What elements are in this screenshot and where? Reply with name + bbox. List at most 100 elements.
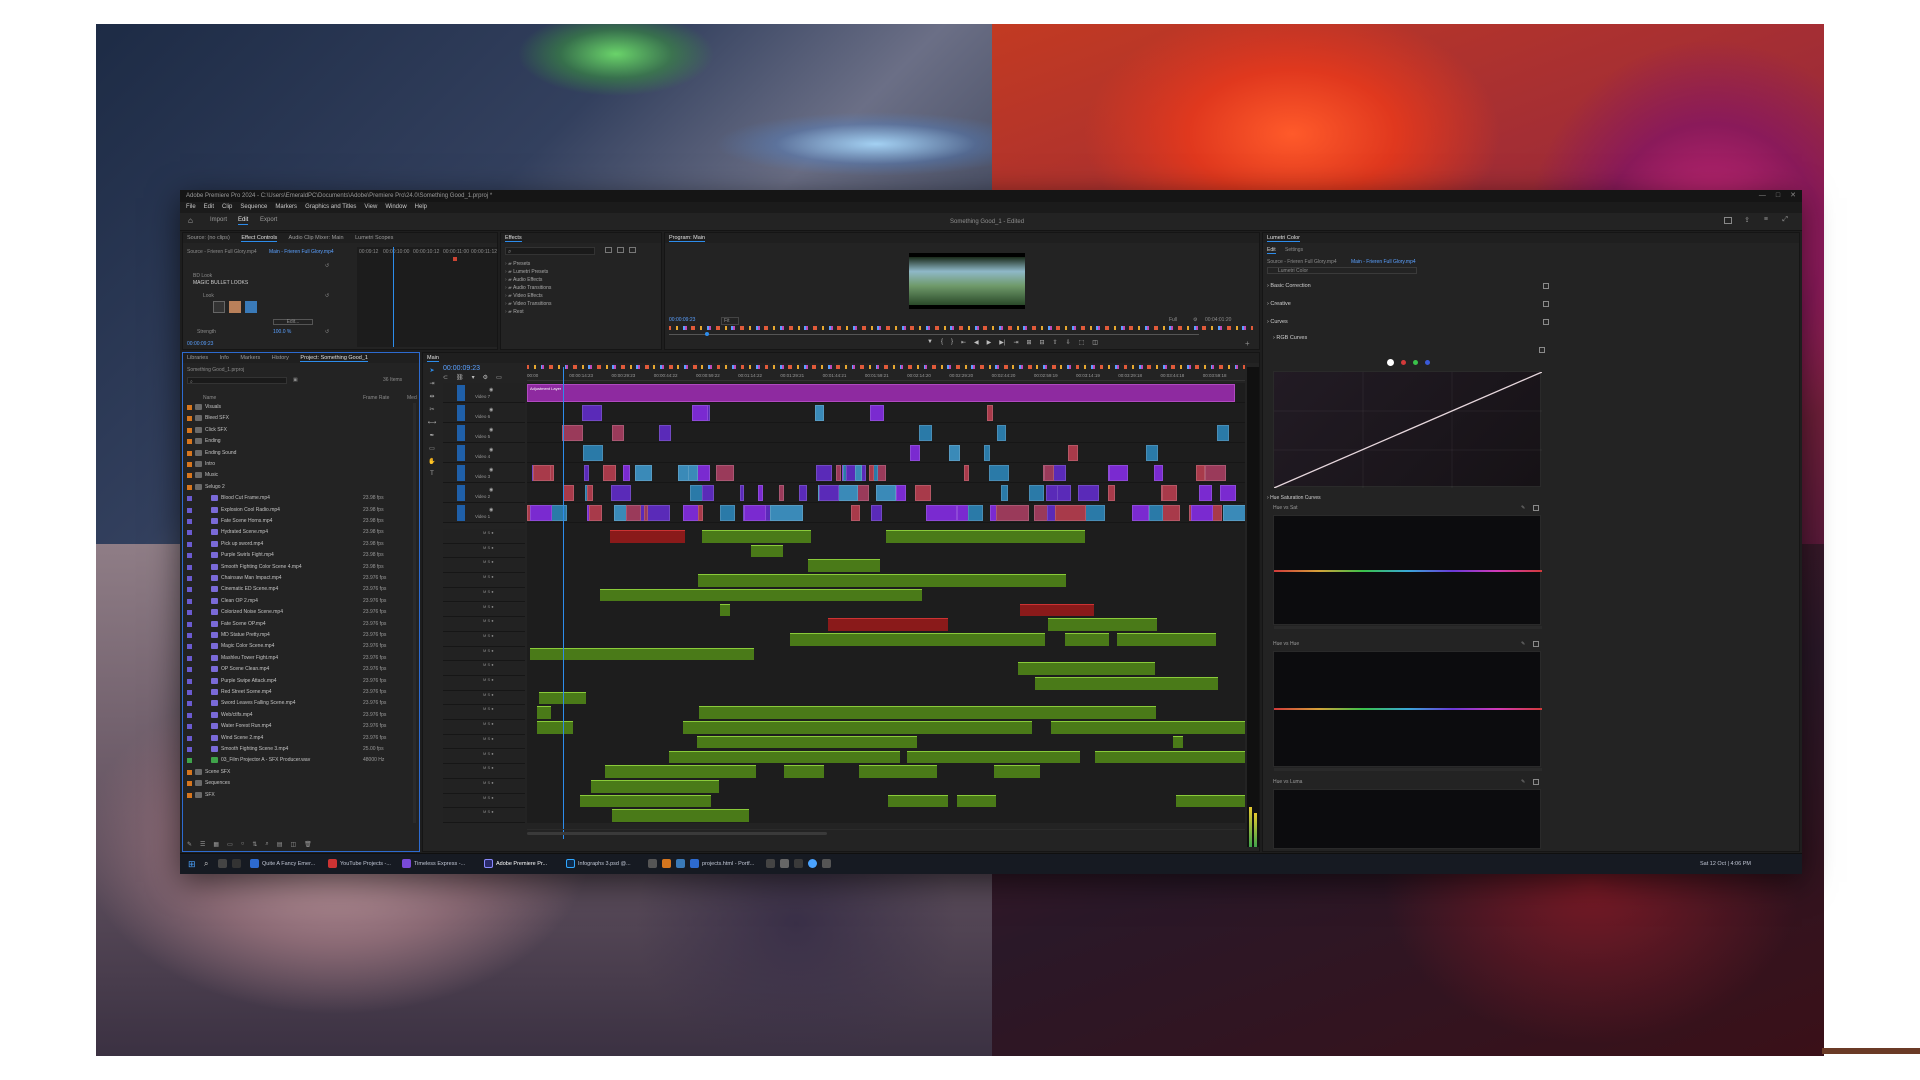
- sequence-marker[interactable]: [590, 365, 593, 369]
- video-track-row[interactable]: [527, 443, 1245, 463]
- menu-edit[interactable]: Edit: [204, 202, 214, 213]
- sequence-marker[interactable]: [1171, 326, 1174, 330]
- sequence-marker[interactable]: [1034, 326, 1036, 330]
- new-item-icon[interactable]: ◫: [290, 841, 296, 851]
- workspaces-icon[interactable]: [1724, 217, 1732, 224]
- sequence-marker[interactable]: [1077, 365, 1080, 369]
- find-icon[interactable]: ⌕: [265, 841, 268, 851]
- video-track-row[interactable]: [527, 403, 1245, 423]
- reset-icon[interactable]: ↺: [325, 263, 329, 269]
- sequence-marker[interactable]: [1113, 326, 1116, 330]
- project-clip[interactable]: Sword Leaves Falling Scene.mp4 23.976 fps: [183, 699, 413, 709]
- sequence-marker[interactable]: [985, 326, 988, 330]
- video-clip[interactable]: [983, 445, 991, 461]
- sequence-marker[interactable]: [927, 326, 930, 330]
- ec-current-time[interactable]: 00:00:09:23: [187, 341, 213, 347]
- mute-solo-icon[interactable]: M S ●: [483, 736, 494, 741]
- scroll-bar[interactable]: [1274, 768, 1542, 771]
- sequence-marker[interactable]: [961, 326, 963, 330]
- col-fps-header[interactable]: Frame Rate: [363, 395, 389, 401]
- label-color-swatch[interactable]: [187, 553, 192, 559]
- video-clip[interactable]: [1078, 485, 1099, 501]
- project-clip[interactable]: Red Street Scene.mp4 23.976 fps: [183, 688, 413, 698]
- sequence-marker[interactable]: [919, 326, 922, 330]
- sequence-marker[interactable]: [533, 365, 536, 369]
- video-clip[interactable]: [1131, 505, 1149, 521]
- label-color-swatch[interactable]: [187, 747, 192, 752]
- hue-vs-luma-graph[interactable]: [1273, 789, 1541, 849]
- widgets-icon[interactable]: [232, 859, 241, 868]
- mute-solo-icon[interactable]: M S ●: [483, 545, 494, 550]
- timeline-playhead[interactable]: [563, 367, 564, 839]
- audio-track-header[interactable]: M S ●: [443, 587, 525, 603]
- video-clip[interactable]: [855, 465, 862, 481]
- video-clip[interactable]: [586, 485, 594, 501]
- label-color-swatch[interactable]: [187, 621, 192, 627]
- audio-clip[interactable]: [1116, 632, 1210, 646]
- sequence-marker[interactable]: [1179, 365, 1182, 369]
- audio-track-header[interactable]: M S ●: [443, 808, 525, 823]
- search-icon[interactable]: ⌕: [204, 859, 208, 869]
- rgb-curve-graph[interactable]: [1273, 371, 1543, 489]
- sequence-marker[interactable]: [862, 365, 865, 369]
- sequence-marker[interactable]: [717, 326, 720, 330]
- sequence-marker[interactable]: [557, 365, 560, 369]
- fit-select[interactable]: Fit: [721, 317, 739, 325]
- add-marker-icon[interactable]: ▾: [472, 374, 475, 381]
- add-marker-icon[interactable]: ▼: [927, 339, 933, 346]
- sequence-marker[interactable]: [1116, 365, 1119, 369]
- sequence-marker[interactable]: [815, 326, 817, 330]
- track-target-icon[interactable]: [457, 385, 465, 401]
- tab-history[interactable]: History: [272, 355, 289, 361]
- project-clip[interactable]: Web/ctlfs.mp4 23.976 fps: [183, 711, 413, 721]
- timeline-horizontal-scroll[interactable]: [527, 829, 1245, 837]
- share-icon[interactable]: ⇪: [1744, 216, 1750, 224]
- sequence-marker[interactable]: [1073, 326, 1076, 330]
- tab-lumetri-color[interactable]: Lumetri Color: [1267, 235, 1301, 242]
- audio-track-header[interactable]: M S ●: [443, 749, 525, 765]
- project-clip[interactable]: OP Scene Clean.mp4 23.976 fps: [183, 665, 413, 675]
- creative-checkbox[interactable]: [1543, 301, 1549, 307]
- video-clip[interactable]: [626, 505, 642, 521]
- adjustment-layer-clip[interactable]: Adjustment Layer: [527, 384, 1235, 402]
- sequence-marker[interactable]: [1219, 326, 1222, 330]
- video-clip[interactable]: [697, 505, 704, 521]
- audio-clip[interactable]: [1051, 721, 1245, 734]
- video-clip[interactable]: [997, 425, 1007, 441]
- video-clip[interactable]: [818, 485, 840, 501]
- sequence-marker[interactable]: [725, 365, 728, 369]
- mute-solo-icon[interactable]: M S ●: [483, 780, 494, 785]
- sequence-marker[interactable]: [797, 326, 800, 330]
- label-color-swatch[interactable]: [187, 644, 192, 650]
- sequence-marker[interactable]: [976, 326, 979, 330]
- video-clip[interactable]: [720, 505, 735, 521]
- label-color-swatch[interactable]: [187, 416, 192, 422]
- sequence-marker[interactable]: [1203, 365, 1206, 369]
- audio-clip[interactable]: [536, 721, 573, 734]
- effects-folder-item[interactable]: › ▰ Lumetri Presets: [505, 269, 548, 275]
- hue-spectrum-line[interactable]: [1274, 570, 1542, 572]
- sequence-marker[interactable]: [1044, 365, 1047, 369]
- hue-vs-hue-graph[interactable]: [1273, 651, 1542, 771]
- video-clip[interactable]: [702, 485, 714, 501]
- label-color-swatch[interactable]: [187, 655, 192, 661]
- app-icon[interactable]: [808, 859, 817, 868]
- new-bin-icon[interactable]: ▤: [277, 841, 283, 851]
- menu-help[interactable]: Help: [415, 202, 427, 213]
- label-color-swatch[interactable]: [187, 496, 192, 502]
- video-clip[interactable]: [1145, 445, 1159, 461]
- label-color-swatch[interactable]: [187, 530, 192, 536]
- sequence-marker[interactable]: [790, 365, 793, 369]
- tab-effects[interactable]: Effects: [505, 235, 522, 242]
- sequence-marker[interactable]: [988, 365, 991, 369]
- ec-clip-label[interactable]: Main - Frieren Full Glory.mp4: [269, 249, 334, 255]
- sequence-marker[interactable]: [870, 326, 873, 330]
- sequence-marker[interactable]: [566, 365, 569, 369]
- tab-lumetri-scopes[interactable]: Lumetri Scopes: [355, 235, 393, 241]
- sequence-marker[interactable]: [653, 365, 656, 369]
- sequence-marker[interactable]: [685, 365, 688, 369]
- track-target-icon[interactable]: [457, 425, 465, 441]
- sequence-marker[interactable]: [1009, 326, 1012, 330]
- youtube-icon[interactable]: [328, 859, 337, 868]
- audio-clip[interactable]: [750, 544, 784, 558]
